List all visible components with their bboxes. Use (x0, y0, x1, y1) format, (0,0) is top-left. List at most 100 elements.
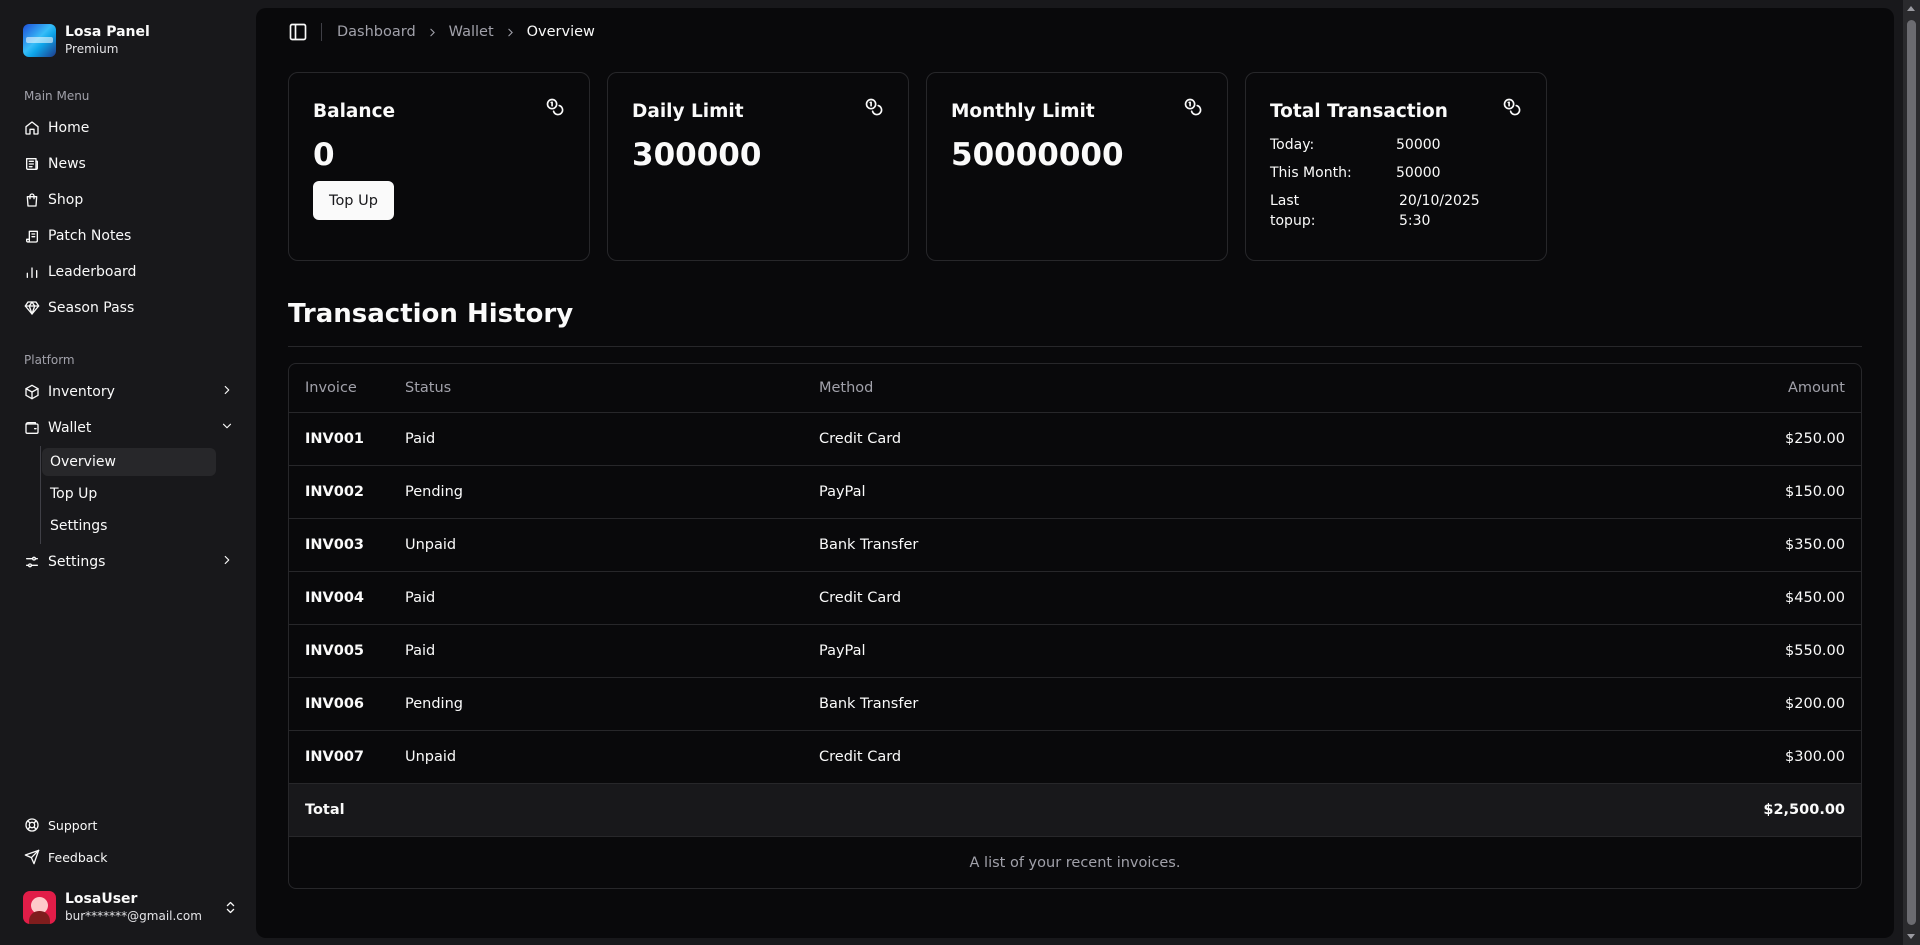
table-row[interactable]: INV005 Paid PayPal $550.00 (289, 624, 1861, 678)
method-cell: Bank Transfer (803, 518, 1371, 572)
main-menu-label: Main Menu (24, 89, 90, 103)
main-panel: Dashboard Wallet Overview Balance 0 Top … (256, 8, 1894, 938)
brand-name: Losa Panel (65, 23, 150, 40)
column-header-amount: Amount (1370, 364, 1861, 413)
chevron-right-icon (504, 26, 517, 39)
amount-cell: $350.00 (1370, 518, 1861, 572)
sidebar-item-feedback[interactable]: Feedback (8, 841, 248, 873)
coins-icon (545, 97, 565, 117)
coins-icon (864, 97, 884, 117)
sidebar-item-label: Patch Notes (48, 228, 132, 244)
invoice-cell: INV002 (289, 465, 389, 519)
sidebar-item-label: Feedback (48, 849, 108, 865)
scroll-thumb[interactable] (1907, 20, 1916, 925)
total-transaction-card: Total Transaction Today: 50000 This Mont… (1245, 72, 1547, 261)
table-row[interactable]: INV004 Paid Credit Card $450.00 (289, 571, 1861, 625)
this-month-label: This Month: (1270, 165, 1352, 181)
sidebar-item-home[interactable]: Home (8, 110, 248, 146)
card-title: Total Transaction (1270, 101, 1448, 122)
last-topup-value: 20/10/2025 5:30 (1399, 193, 1480, 229)
sidebar-subitem-top-up[interactable]: Top Up (42, 480, 216, 508)
topbar: Dashboard Wallet Overview (256, 8, 1894, 56)
status-cell: Unpaid (389, 518, 803, 572)
method-cell: Bank Transfer (803, 677, 1371, 731)
invoice-cell: INV004 (289, 571, 389, 625)
user-menu[interactable]: LosaUser bur*******@gmail.com (8, 883, 248, 931)
coins-icon (1183, 97, 1203, 117)
status-cell: Paid (389, 571, 803, 625)
card-value: 0 (313, 137, 335, 173)
sidebar-item-news[interactable]: News (8, 146, 248, 182)
monthly-limit-card: Monthly Limit 50000000 (926, 72, 1228, 261)
sidebar-item-wallet[interactable]: Wallet (8, 410, 248, 446)
section-title: Transaction History (288, 299, 574, 329)
sidebar-item-patch-notes[interactable]: Patch Notes (8, 218, 248, 254)
chevron-down-icon (220, 419, 234, 437)
user-name: LosaUser (65, 890, 138, 907)
chevron-right-icon (220, 383, 234, 401)
brand-logo (23, 23, 56, 57)
avatar (23, 890, 56, 924)
today-value: 50000 (1396, 137, 1441, 153)
stats-cards: Balance 0 Top Up Daily Limit 300000 Mont… (288, 72, 1547, 261)
sidebar-item-leaderboard[interactable]: Leaderboard (8, 254, 248, 290)
table-row[interactable]: INV006 Pending Bank Transfer $200.00 (289, 677, 1861, 731)
page-scrollbar[interactable] (1903, 0, 1920, 945)
transaction-table: Invoice Status Method Amount INV001 Paid C… (288, 363, 1862, 889)
table-row[interactable]: INV007 Unpaid Credit Card $300.00 (289, 730, 1861, 784)
amount-cell: $250.00 (1370, 412, 1861, 466)
sidebar-item-label: Wallet (48, 420, 92, 436)
status-cell: Pending (389, 677, 803, 731)
sidebar-item-label: News (48, 156, 86, 172)
balance-card: Balance 0 Top Up (288, 72, 590, 261)
today-row: Today: 50000 (1270, 135, 1522, 155)
breadcrumb-dashboard[interactable]: Dashboard (337, 24, 416, 40)
table-row[interactable]: INV003 Unpaid Bank Transfer $350.00 (289, 518, 1861, 572)
sidebar-subitem-settings[interactable]: Settings (42, 512, 216, 540)
daily-limit-card: Daily Limit 300000 (607, 72, 909, 261)
brand[interactable]: Losa Panel Premium (0, 18, 256, 62)
sidebar-item-label: Leaderboard (48, 264, 137, 280)
sliders-icon (24, 554, 40, 570)
invoice-cell: INV003 (289, 518, 389, 572)
method-cell: PayPal (803, 624, 1371, 678)
sidebar-item-label: Shop (48, 192, 84, 208)
scroll-down-arrow[interactable] (1907, 934, 1915, 939)
this-month-row: This Month: 50000 (1270, 163, 1522, 183)
chevron-right-icon (426, 26, 439, 39)
card-title: Daily Limit (632, 101, 744, 122)
shopping-bag-icon (24, 192, 40, 208)
table-row[interactable]: INV002 Pending PayPal $150.00 (289, 465, 1861, 519)
table-total-row: Total $2,500.00 (289, 783, 1861, 837)
box-icon (24, 384, 40, 400)
sidebar-item-shop[interactable]: Shop (8, 182, 248, 218)
card-value: 300000 (632, 137, 762, 173)
sidebar-item-inventory[interactable]: Inventory (8, 374, 248, 410)
sidebar-subitem-overview[interactable]: Overview (42, 448, 216, 476)
method-cell: Credit Card (803, 412, 1371, 466)
coins-icon (1502, 97, 1522, 117)
sidebar-item-settings[interactable]: Settings (8, 544, 248, 580)
status-cell: Paid (389, 412, 803, 466)
method-cell: Credit Card (803, 730, 1371, 784)
table-header-row: Invoice Status Method Amount (289, 364, 1861, 413)
top-up-button[interactable]: Top Up (313, 181, 394, 220)
table-row[interactable]: INV001 Paid Credit Card $250.00 (289, 412, 1861, 466)
sidebar-toggle-button[interactable] (287, 21, 309, 43)
column-header-invoice: Invoice (289, 364, 389, 413)
breadcrumb-wallet[interactable]: Wallet (449, 24, 494, 40)
last-topup-row: Last topup: 20/10/2025 5:30 (1270, 191, 1522, 231)
scroll-up-arrow[interactable] (1907, 6, 1915, 11)
sidebar-item-support[interactable]: Support (8, 809, 248, 841)
status-cell: Unpaid (389, 730, 803, 784)
send-icon (24, 849, 40, 865)
platform-label: Platform (24, 353, 75, 367)
this-month-value: 50000 (1396, 165, 1441, 181)
total-value: $2,500.00 (1370, 783, 1861, 837)
amount-cell: $150.00 (1370, 465, 1861, 519)
sidebar-item-season-pass[interactable]: Season Pass (8, 290, 248, 326)
invoice-cell: INV001 (289, 412, 389, 466)
amount-cell: $300.00 (1370, 730, 1861, 784)
life-buoy-icon (24, 817, 40, 833)
table-caption: A list of your recent invoices. (969, 854, 1181, 871)
